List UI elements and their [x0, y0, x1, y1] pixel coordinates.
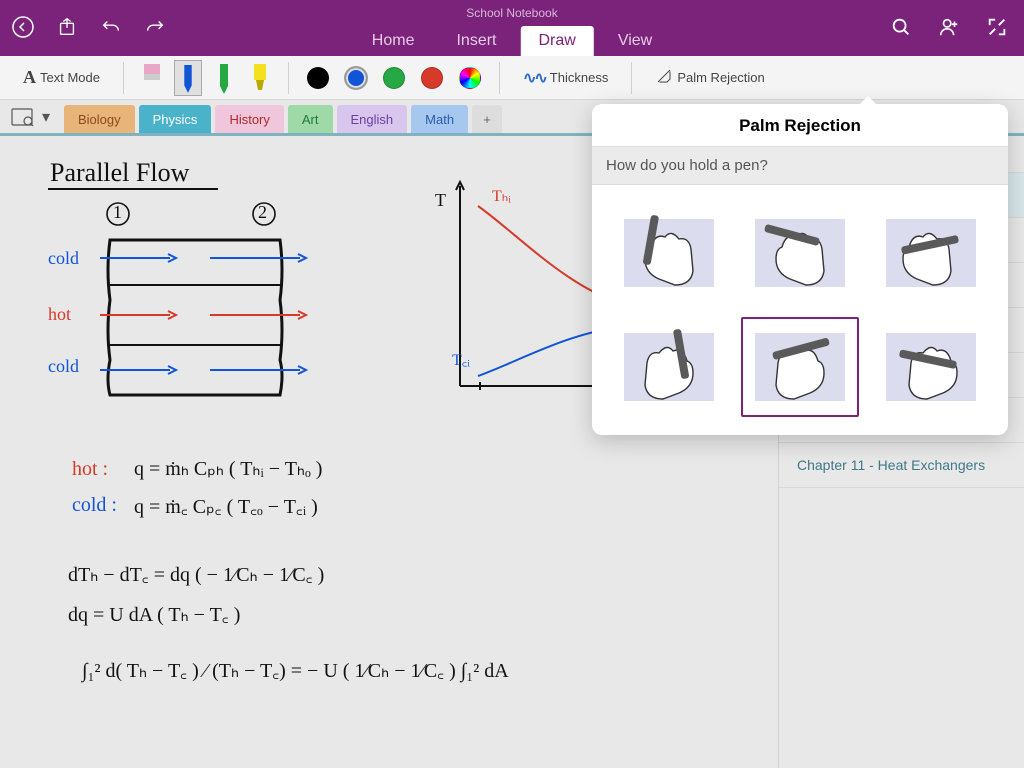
title-bar: School Notebook Home Insert Draw View — [0, 0, 1024, 56]
color-wheel-icon[interactable] — [459, 67, 481, 89]
section-tab-biology[interactable]: Biology — [64, 105, 135, 133]
popover-arrow — [858, 96, 878, 106]
section-tab-math[interactable]: Math — [411, 105, 468, 133]
pen-green-tool[interactable] — [210, 60, 238, 96]
ink-underline — [48, 188, 218, 190]
draw-ribbon: A Text Mode ∿∿ Thickness Palm Rejection — [0, 56, 1024, 100]
pen-grip-grid — [592, 185, 1008, 435]
ink-axis-T: T — [435, 190, 446, 211]
search-icon[interactable] — [888, 14, 914, 40]
tab-home[interactable]: Home — [354, 26, 433, 56]
ink-hot-label: hot : — [72, 458, 108, 481]
ink-label-cold-bot: cold — [48, 356, 79, 377]
section-tab-history[interactable]: History — [215, 105, 283, 133]
color-black[interactable] — [307, 67, 329, 89]
ink-heat-exchanger-diagram — [100, 230, 310, 398]
color-blue[interactable] — [345, 67, 367, 89]
fullscreen-icon[interactable] — [984, 14, 1010, 40]
pen-grip-option-6[interactable] — [873, 317, 990, 417]
ribbon-tabs: Home Insert Draw View — [354, 22, 670, 56]
text-mode-icon: A — [23, 67, 36, 88]
text-mode-label: Text Mode — [40, 70, 100, 85]
palm-rejection-popover: Palm Rejection How do you hold a pen? — [592, 104, 1008, 435]
pen-grip-option-2[interactable] — [741, 203, 858, 303]
ink-eq-cold: q = ṁ꜀ Cₚ꜀ ( T꜀ₒ − T꜀ᵢ ) — [134, 492, 318, 519]
color-red[interactable] — [421, 67, 443, 89]
back-icon[interactable] — [10, 14, 36, 40]
add-user-icon[interactable] — [936, 14, 962, 40]
notebook-dropdown[interactable]: ▾ — [0, 100, 60, 133]
palm-rejection-button[interactable]: Palm Rejection — [646, 62, 773, 94]
section-tab-english[interactable]: English — [337, 105, 408, 133]
page-item[interactable]: Chapter 11 - Heat Exchangers — [779, 443, 1024, 488]
thickness-button[interactable]: ∿∿ Thickness — [514, 62, 617, 94]
eraser-tool[interactable] — [138, 60, 166, 96]
ink-label-cold-top: cold — [48, 248, 79, 269]
undo-icon[interactable] — [98, 14, 124, 40]
tab-view[interactable]: View — [600, 26, 670, 56]
thickness-label: Thickness — [550, 70, 609, 85]
chevron-down-icon: ▾ — [42, 107, 50, 127]
ink-eq4: dq = U dA ( Tₕ − T꜀ ) — [68, 600, 240, 627]
pen-grip-option-1[interactable] — [610, 203, 727, 303]
thickness-icon: ∿∿ — [523, 68, 546, 88]
section-tab-physics[interactable]: Physics — [139, 105, 212, 133]
popover-question: How do you hold a pen? — [592, 147, 1008, 185]
pen-grip-option-5[interactable] — [741, 317, 858, 417]
color-green[interactable] — [383, 67, 405, 89]
pen-blue-tool[interactable] — [174, 60, 202, 96]
add-section-button[interactable]: + — [472, 105, 502, 133]
popover-title: Palm Rejection — [592, 104, 1008, 147]
tab-draw[interactable]: Draw — [520, 26, 593, 56]
palm-rejection-icon — [655, 67, 673, 88]
pen-grip-option-4[interactable] — [610, 317, 727, 417]
ink-Tci: T꜀ᵢ — [452, 348, 470, 370]
redo-icon[interactable] — [142, 14, 168, 40]
share-icon[interactable] — [54, 14, 80, 40]
tab-insert[interactable]: Insert — [438, 26, 514, 56]
ink-eq3: dTₕ − dT꜀ = dq ( − 1⁄Cₕ − 1⁄C꜀ ) — [68, 560, 324, 587]
ink-label-hot: hot — [48, 304, 71, 325]
section-tab-art[interactable]: Art — [288, 105, 333, 133]
ink-cold-label: cold : — [72, 494, 117, 517]
ink-heading: Parallel Flow — [50, 158, 189, 188]
ink-Thi: Tₕᵢ — [492, 186, 511, 206]
highlighter-yellow-tool[interactable] — [246, 60, 274, 96]
ink-eq-hot: q = ṁₕ Cₚₕ ( Tₕᵢ − Tₕₒ ) — [134, 456, 322, 481]
palm-rejection-label: Palm Rejection — [677, 70, 764, 85]
text-mode-button[interactable]: A Text Mode — [14, 62, 109, 94]
pen-grip-option-3[interactable] — [873, 203, 990, 303]
ink-eq5: ∫₁² d( Tₕ − T꜀ ) ⁄ (Tₕ − T꜀) = − U ( 1⁄C… — [82, 656, 509, 683]
